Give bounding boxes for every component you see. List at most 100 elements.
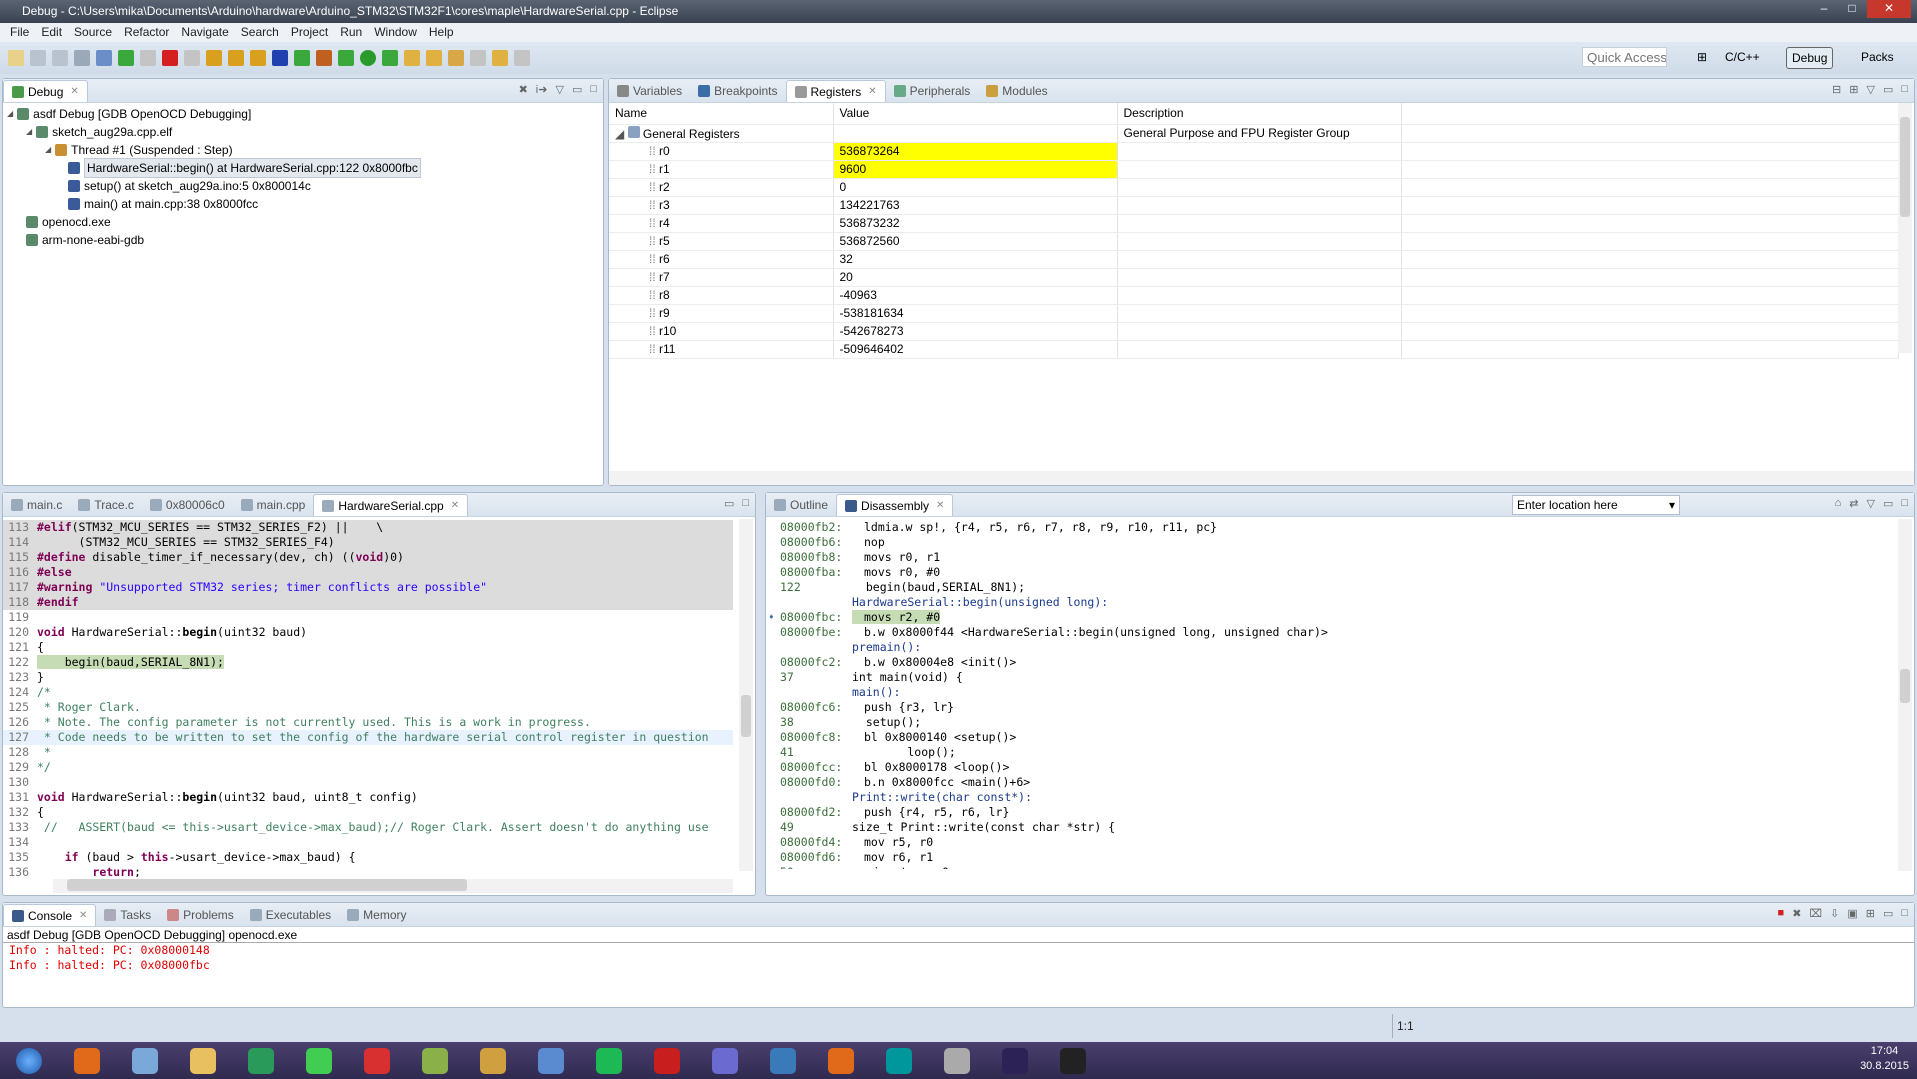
debug-tree-item[interactable]: arm-none-eabi-gdb [7,231,599,249]
tab-registers[interactable]: Registers ✕ [785,80,886,102]
quick-access-input[interactable] [1582,47,1667,67]
tab-console[interactable]: Console ✕ [3,904,97,926]
taskbar-app-app[interactable] [238,1044,284,1078]
tab-main-c[interactable]: main.c [3,494,70,516]
register-row[interactable]: ⁞⁞ r9 -538181634 [609,304,1899,323]
debug-tree-item[interactable]: main() at main.cpp:38 0x8000fcc [7,195,599,213]
register-value[interactable]: 134221763 [833,196,1118,215]
taskbar-app-explorer[interactable] [180,1044,226,1078]
search-icon[interactable] [448,50,464,66]
register-row[interactable]: ⁞⁞ r5 536872560 [609,232,1899,251]
menu-navigate[interactable]: Navigate [175,23,234,42]
register-row[interactable]: ⁞⁞ r11 -509646402 [609,340,1899,359]
step-into-icon[interactable] [206,50,222,66]
register-value[interactable]: -542678273 [833,322,1118,341]
menu-refactor[interactable]: Refactor [118,23,175,42]
close-icon[interactable]: ✕ [451,496,459,516]
tab-disassembly[interactable]: Disassembly ✕ [836,494,954,516]
register-row[interactable]: ⁞⁞ r2 0 [609,178,1899,197]
expand-icon[interactable]: ◢ [26,123,32,141]
tab-outline[interactable]: Outline [766,494,836,516]
register-value[interactable]: 32 [833,250,1118,269]
close-icon[interactable]: ✕ [79,906,87,926]
taskbar-app-firefox[interactable] [818,1044,864,1078]
back-icon[interactable] [492,50,508,66]
collapse-icon[interactable]: ⊟ [1832,83,1841,96]
horizontal-scrollbar[interactable] [53,879,733,893]
terminate-icon[interactable] [162,50,178,66]
taskbar-app-media[interactable] [934,1044,980,1078]
maximize-icon[interactable]: □ [1901,497,1908,510]
vertical-scrollbar[interactable] [1898,519,1912,871]
skip-breakpoints-icon[interactable] [96,50,112,66]
taskbar-app-firefox[interactable] [64,1044,110,1078]
taskbar-app-network[interactable] [702,1044,748,1078]
register-row[interactable]: ⁞⁞ r10 -542678273 [609,322,1899,341]
tab-hardwareserial-cpp[interactable]: HardwareSerial.cpp ✕ [313,494,469,516]
suspend-icon[interactable] [140,50,156,66]
register-row[interactable]: ⁞⁞ r3 134221763 [609,196,1899,215]
open-type-icon[interactable] [404,50,420,66]
minimize-icon[interactable]: ▭ [1883,83,1893,96]
perspective-packs[interactable]: Packs [1856,47,1899,69]
taskbar-app-hxd[interactable] [470,1044,516,1078]
scroll-lock-icon[interactable]: ⇩ [1830,907,1839,920]
tab-modules[interactable]: Modules [978,80,1055,102]
view-menu-icon[interactable]: ▽ [555,83,563,96]
perspective-debug[interactable]: Debug [1786,47,1834,69]
expand-icon[interactable]: ◢ [45,141,51,159]
minimize-icon[interactable]: ▭ [724,497,734,510]
view-menu-icon[interactable]: ▽ [1866,497,1874,510]
register-row[interactable]: ⁞⁞ r8 -40963 [609,286,1899,305]
tab-tasks[interactable]: Tasks [96,904,159,926]
perspective-cc[interactable]: C/C++ [1720,47,1765,69]
menu-edit[interactable]: Edit [35,23,68,42]
register-value[interactable]: 0 [833,178,1118,197]
register-value[interactable]: -40963 [833,286,1118,305]
register-value[interactable]: 20 [833,268,1118,287]
clear-console-icon[interactable]: ⌧ [1809,907,1822,920]
menu-run[interactable]: Run [334,23,368,42]
remove-launch-icon[interactable]: ✖ [1792,907,1801,920]
home-icon[interactable]: ⌂ [1835,497,1842,510]
register-group-row[interactable]: ◢ General Registers General Purpose and F… [609,124,1899,143]
register-value[interactable]: 536873264 [833,142,1118,161]
taskbar-app-app[interactable] [528,1044,574,1078]
register-row[interactable]: ⁞⁞ r4 536873232 [609,214,1899,233]
vertical-scrollbar[interactable] [1898,103,1912,353]
instruction-step-icon[interactable] [272,50,288,66]
debug-tree-item[interactable]: HardwareSerial::begin() at HardwareSeria… [7,158,599,178]
expand-icon[interactable]: ◢ [7,105,13,123]
tab-0x80006c0[interactable]: 0x80006c0 [142,494,233,516]
tab-main-cpp[interactable]: main.cpp [233,494,314,516]
external-tools-icon[interactable] [382,50,398,66]
display-console-icon[interactable]: ▣ [1847,907,1857,920]
menu-search[interactable]: Search [235,23,285,42]
menu-file[interactable]: File [4,23,35,42]
register-row[interactable]: ⁞⁞ r7 20 [609,268,1899,287]
maximize-icon[interactable]: □ [590,83,597,96]
taskbar-app-acrobat[interactable] [644,1044,690,1078]
terminate-icon[interactable]: ■ [1778,907,1785,920]
link-with-editor-icon[interactable]: ⇄ [1849,497,1858,510]
view-menu-icon[interactable]: ▽ [1866,83,1874,96]
taskbar-app-foxit[interactable] [354,1044,400,1078]
remove-terminated-icon[interactable]: ✖ [519,83,528,96]
register-row[interactable]: ⁞⁞ r6 32 [609,250,1899,269]
column-description[interactable]: Description [1117,103,1402,125]
taskbar-app-qt-creator[interactable] [296,1044,342,1078]
step-over-icon[interactable] [228,50,244,66]
disconnect-icon[interactable] [184,50,200,66]
tab-variables[interactable]: Variables [609,80,690,102]
debug-icon[interactable] [338,50,354,66]
debug-tree-item[interactable]: openocd.exe [7,213,599,231]
open-perspective-icon[interactable]: ⊞ [1692,47,1712,69]
restart-icon[interactable] [294,50,310,66]
maximize-icon[interactable]: □ [742,497,749,510]
taskbar-app-cmd[interactable] [1050,1044,1096,1078]
menu-project[interactable]: Project [285,23,334,42]
taskbar-app-eclipse[interactable] [992,1044,1038,1078]
close-icon[interactable]: ✕ [70,82,78,102]
vertical-scrollbar[interactable] [739,519,753,871]
minimize-icon[interactable]: ▭ [572,83,582,96]
